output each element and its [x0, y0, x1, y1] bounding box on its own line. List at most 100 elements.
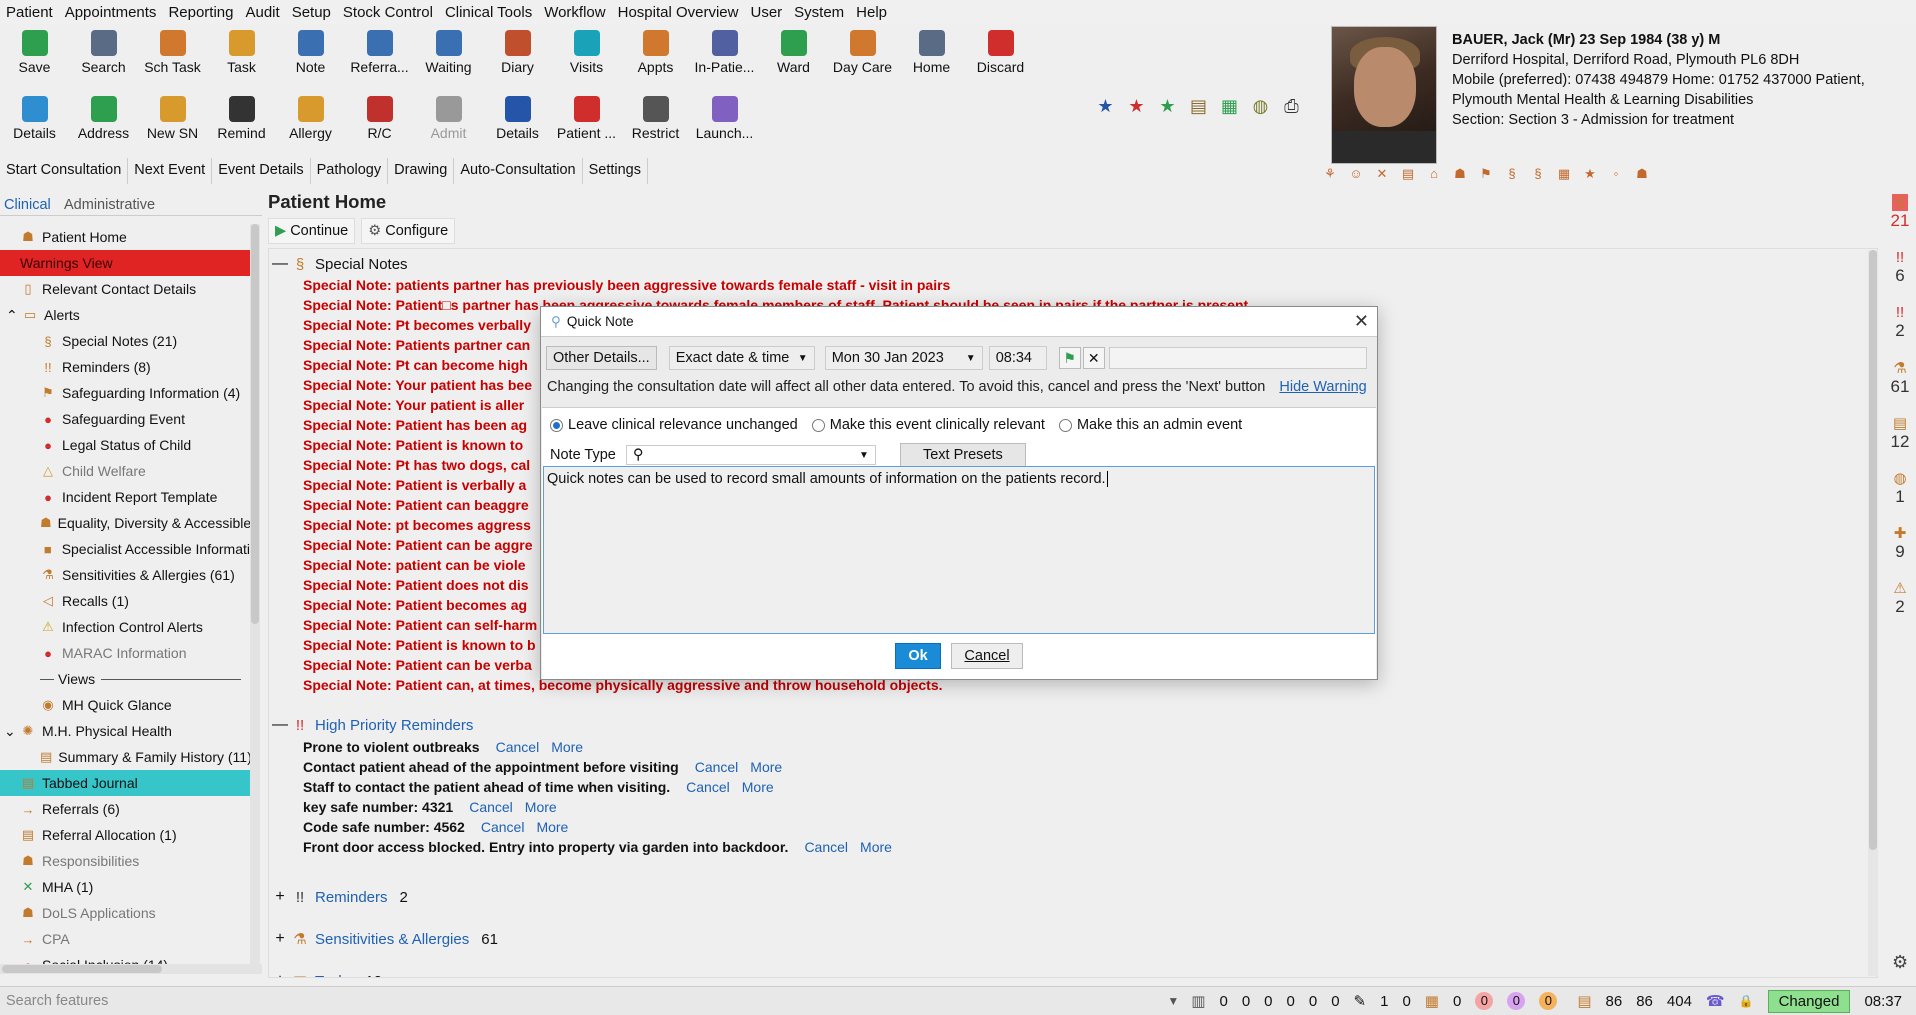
home-button[interactable]: Home — [897, 30, 966, 75]
quick-action-icon[interactable]: ▤ — [1183, 96, 1214, 117]
menu-patient[interactable]: Patient — [6, 4, 53, 21]
chevron-up-icon[interactable]: ⌃ — [6, 307, 18, 324]
sidebar-item-referrals-6[interactable]: → Referrals (6) — [0, 796, 250, 822]
status-circle-count[interactable]: 0 — [1507, 992, 1526, 1010]
radio-button[interactable] — [811, 418, 825, 432]
sidebar-item-marac-information[interactable]: ● MARAC Information — [0, 640, 250, 666]
reminder-more-link[interactable]: More — [750, 759, 782, 775]
menu-setup[interactable]: Setup — [292, 4, 331, 21]
sidebar-item-social-inclusion-14[interactable]: ●Social Inclusion (14) — [0, 952, 250, 964]
discard-button[interactable]: Discard — [966, 30, 1035, 75]
tab-next-event[interactable]: Next Event — [128, 158, 213, 184]
reminder-cancel-link[interactable]: Cancel — [804, 839, 848, 855]
details-button[interactable]: Details — [0, 96, 69, 141]
menu-clinical-tools[interactable]: Clinical Tools — [445, 4, 532, 21]
status-circle-count[interactable]: 0 — [1475, 992, 1494, 1010]
nav-horizontal-scrollbar[interactable] — [0, 964, 262, 974]
patient-flag-icon[interactable]: ⚘ — [1322, 166, 1338, 182]
note-type-select[interactable]: ⚲ ▼ — [625, 445, 876, 465]
address-button[interactable]: Address — [69, 96, 138, 141]
chevron-down-icon[interactable]: ▼ — [1167, 994, 1179, 1008]
sidebar-item-legal-status-of-child[interactable]: ● Legal Status of Child — [0, 432, 250, 458]
sidebar-item-safeguarding-event[interactable]: ● Safeguarding Event — [0, 406, 250, 432]
hide-warning-link[interactable]: Hide Warning — [1279, 379, 1366, 395]
radio-button[interactable] — [1058, 418, 1072, 432]
restrict-button[interactable]: Restrict — [621, 96, 690, 141]
reminder-more-link[interactable]: More — [551, 739, 583, 755]
tab-administrative[interactable]: Administrative — [64, 197, 155, 213]
patient-flag-icon[interactable]: ☺ — [1348, 166, 1364, 182]
sidebar-item-tabbed-journal[interactable]: ▤ Tabbed Journal — [0, 770, 250, 796]
waiting-button[interactable]: Waiting — [414, 30, 483, 75]
referra-button[interactable]: Referra... — [345, 30, 414, 75]
search-button[interactable]: Search — [69, 30, 138, 75]
allergy-button[interactable]: Allergy — [276, 96, 345, 141]
menu-reporting[interactable]: Reporting — [168, 4, 233, 21]
sidebar-item-referral-allocation-1[interactable]: ▤ Referral Allocation (1) — [0, 822, 250, 848]
tab-event-details[interactable]: Event Details — [212, 158, 311, 184]
alert-counter[interactable]: ⚠ 2 — [1885, 579, 1915, 634]
section-special-notes-header[interactable]: — § Special Notes — [269, 255, 408, 273]
flag-icon[interactable]: ⚑ — [1058, 347, 1081, 369]
nav-scrollbar[interactable] — [250, 224, 260, 964]
clear-icon[interactable]: ✕ — [1082, 347, 1105, 369]
date-picker[interactable]: Mon 30 Jan 2023 ▼ — [824, 346, 983, 370]
collapse-icon[interactable]: — — [269, 255, 291, 273]
ward-button[interactable]: Ward — [759, 30, 828, 75]
relevance-option-1[interactable]: Make this event clinically relevant — [811, 417, 1045, 433]
menu-hospital-overview[interactable]: Hospital Overview — [618, 4, 739, 21]
quick-action-icon[interactable]: ★ — [1090, 96, 1121, 117]
visits-button[interactable]: Visits — [552, 30, 621, 75]
diary-button[interactable]: Diary — [483, 30, 552, 75]
quick-action-icon[interactable]: ★ — [1152, 96, 1183, 117]
alert-counter[interactable]: ✚ 9 — [1885, 524, 1915, 579]
patient-flag-icon[interactable]: ⌂ — [1426, 166, 1442, 182]
r-c-button[interactable]: R/C — [345, 96, 414, 141]
menu-system[interactable]: System — [794, 4, 844, 21]
time-field[interactable]: 08:34 — [988, 346, 1047, 370]
reminder-more-link[interactable]: More — [742, 779, 774, 795]
relevance-option-0[interactable]: Leave clinical relevance unchanged — [550, 417, 798, 433]
date-extra-field[interactable] — [1108, 347, 1367, 369]
settings-gear-icon[interactable]: ⚙ — [1892, 952, 1908, 973]
new-sn-button[interactable]: New SN — [138, 96, 207, 141]
sch-task-button[interactable]: Sch Task — [138, 30, 207, 75]
sidebar-item-special-notes-21[interactable]: § Special Notes (21) — [0, 328, 250, 354]
close-icon[interactable]: ✕ — [1354, 311, 1369, 332]
reminder-cancel-link[interactable]: Cancel — [695, 759, 739, 775]
day-care-button[interactable]: Day Care — [828, 30, 897, 75]
quick-action-icon[interactable]: ⎙ — [1276, 96, 1307, 117]
sidebar-item-patient-home[interactable]: ☗ Patient Home — [0, 224, 250, 250]
menu-workflow[interactable]: Workflow — [544, 4, 605, 21]
reminder-more-link[interactable]: More — [536, 819, 568, 835]
tab-clinical[interactable]: Clinical — [4, 197, 51, 213]
tab-pathology[interactable]: Pathology — [311, 158, 389, 184]
sidebar-item-safeguarding-information-4[interactable]: ⚑ Safeguarding Information (4) — [0, 380, 250, 406]
patient-flag-icon[interactable]: § — [1504, 166, 1520, 182]
sidebar-item-cpa[interactable]: → CPA — [0, 926, 250, 952]
save-button[interactable]: Save — [0, 30, 69, 75]
sidebar-item-incident-report-template[interactable]: ● Incident Report Template — [0, 484, 250, 510]
reminder-cancel-link[interactable]: Cancel — [686, 779, 730, 795]
patient-flag-icon[interactable]: ★ — [1582, 166, 1598, 182]
menu-appointments[interactable]: Appointments — [65, 4, 157, 21]
ok-button[interactable]: Ok — [895, 643, 941, 669]
details-button[interactable]: Details — [483, 96, 552, 141]
content-scrollbar[interactable] — [1868, 250, 1878, 976]
task-button[interactable]: Task — [207, 30, 276, 75]
remind-button[interactable]: Remind — [207, 96, 276, 141]
quick-action-icon[interactable]: ▦ — [1214, 96, 1245, 117]
tab-drawing[interactable]: Drawing — [388, 158, 455, 184]
tab-start-consultation[interactable]: Start Consultation — [0, 158, 129, 184]
patient-flag-icon[interactable]: ◦ — [1608, 166, 1624, 182]
expand-icon[interactable]: + — [269, 972, 291, 977]
sidebar-item-reminders-8[interactable]: !! Reminders (8) — [0, 354, 250, 380]
menu-help[interactable]: Help — [856, 4, 887, 21]
patient-button[interactable]: Patient ... — [552, 96, 621, 141]
sidebar-item-m-h-physical-health[interactable]: ⌄ ✺ M.H. Physical Health — [0, 718, 250, 744]
patient-flag-icon[interactable]: ▤ — [1400, 166, 1416, 182]
menu-audit[interactable]: Audit — [245, 4, 279, 21]
patient-flag-icon[interactable]: ▦ — [1556, 166, 1572, 182]
chevron-down-icon[interactable]: ⌄ — [4, 723, 16, 740]
patient-flag-icon[interactable]: § — [1530, 166, 1546, 182]
